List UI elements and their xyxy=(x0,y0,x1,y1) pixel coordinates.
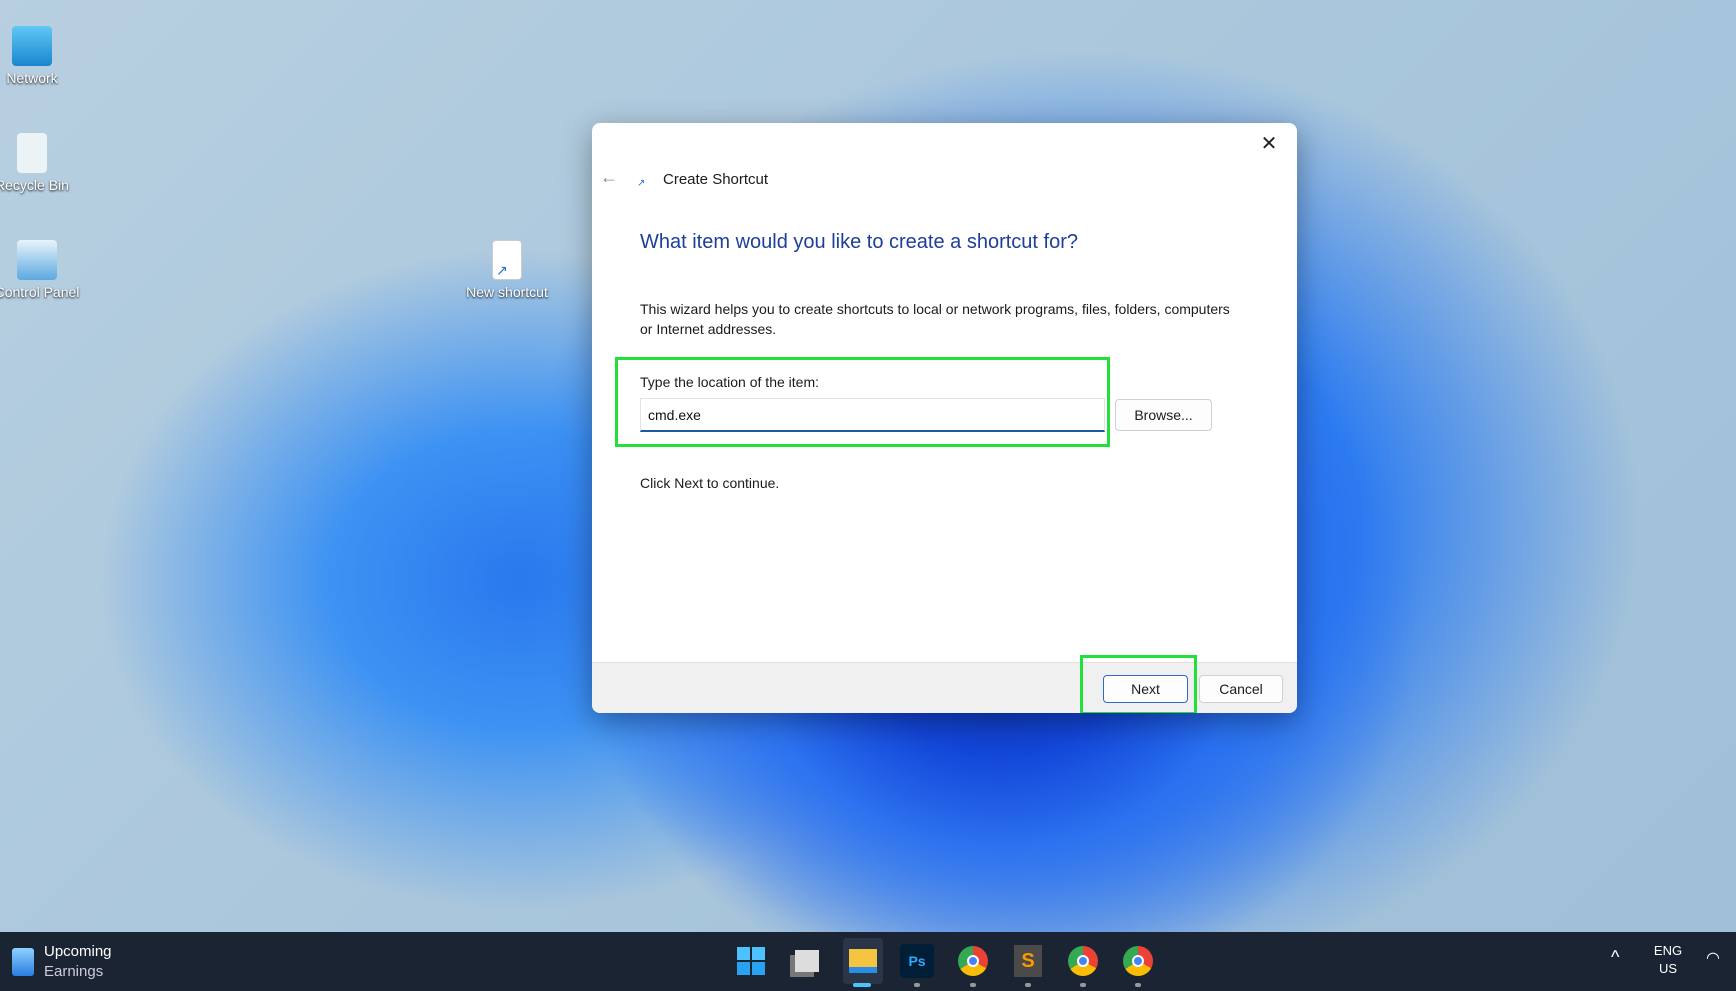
network-icon xyxy=(12,26,52,66)
running-indicator xyxy=(914,983,920,987)
widget-line2: Earnings xyxy=(44,963,104,980)
next-button[interactable]: Next xyxy=(1103,675,1188,703)
wizard-description: This wizard helps you to create shortcut… xyxy=(640,301,1230,337)
desktop-icon-new-shortcut[interactable]: ↗ New shortcut xyxy=(462,240,552,300)
browse-button[interactable]: Browse... xyxy=(1115,399,1212,431)
photoshop-button[interactable]: Ps xyxy=(900,944,934,978)
running-indicator xyxy=(1135,983,1141,987)
cancel-button[interactable]: Cancel xyxy=(1199,675,1283,703)
chrome-button-2[interactable] xyxy=(1066,944,1100,978)
close-button[interactable]: ✕ xyxy=(1251,129,1287,159)
chrome-icon xyxy=(1068,946,1098,976)
location-label: Type the location of the item: xyxy=(640,374,819,390)
create-shortcut-dialog: ✕ ← ↗ Create Shortcut What item would yo… xyxy=(592,123,1297,713)
desktop-icon-control-panel[interactable]: Control Panel xyxy=(0,240,82,300)
language-line2: US xyxy=(1658,961,1678,976)
back-button[interactable]: ← xyxy=(600,167,618,188)
widget-line1: Upcoming xyxy=(44,943,112,960)
show-hidden-icons-button[interactable]: ^ xyxy=(1611,948,1619,966)
dialog-footer: Next Cancel xyxy=(592,662,1297,713)
chrome-icon xyxy=(1123,946,1153,976)
desktop-icon-label: Recycle Bin xyxy=(0,177,69,193)
chrome-icon xyxy=(958,946,988,976)
photoshop-icon: Ps xyxy=(908,953,926,969)
chrome-button-3[interactable] xyxy=(1121,944,1155,978)
sublime-icon: S xyxy=(1014,945,1042,977)
sublime-text-button[interactable]: S xyxy=(1011,944,1045,978)
running-indicator xyxy=(970,983,976,987)
continue-text: Click Next to continue. xyxy=(640,475,780,491)
chevron-up-icon: ^ xyxy=(1611,947,1620,967)
active-indicator xyxy=(853,983,871,987)
file-explorer-button[interactable] xyxy=(843,938,883,984)
desktop-icon-label: Network xyxy=(6,70,58,86)
running-indicator xyxy=(1080,983,1086,987)
wifi-button[interactable]: ◠ xyxy=(1706,950,1720,968)
close-icon: ✕ xyxy=(1260,133,1278,155)
task-view-icon xyxy=(795,950,819,972)
folder-icon xyxy=(849,949,877,973)
task-view-button[interactable] xyxy=(790,944,824,978)
running-indicator xyxy=(1025,983,1031,987)
desktop-icon-label: New shortcut xyxy=(466,284,548,300)
recycle-bin-icon xyxy=(17,133,47,173)
windows-logo-icon xyxy=(737,947,765,975)
control-panel-icon xyxy=(17,240,57,280)
back-arrow-icon: ← xyxy=(600,167,618,187)
language-indicator[interactable]: ENG US xyxy=(1650,942,1686,978)
stock-chart-icon xyxy=(12,948,34,976)
location-input[interactable] xyxy=(640,398,1105,432)
shortcut-icon: ↗ xyxy=(637,178,646,189)
widget-button[interactable]: Upcoming Earnings xyxy=(12,942,112,982)
desktop-icon-network[interactable]: Network xyxy=(0,26,77,86)
desktop-icon-label: Control Panel xyxy=(0,284,80,300)
file-shortcut-icon: ↗ xyxy=(492,240,522,280)
dialog-title: Create Shortcut xyxy=(663,171,769,188)
desktop-icon-recycle-bin[interactable]: Recycle Bin xyxy=(0,133,77,193)
chrome-button[interactable] xyxy=(956,944,990,978)
wizard-heading: What item would you like to create a sho… xyxy=(640,231,1078,253)
language-line1: ENG xyxy=(1653,943,1683,958)
wifi-icon: ◠ xyxy=(1706,950,1720,967)
start-button[interactable] xyxy=(734,944,768,978)
taskbar: Upcoming Earnings Ps S ^ ENG US ◠ xyxy=(0,932,1736,991)
